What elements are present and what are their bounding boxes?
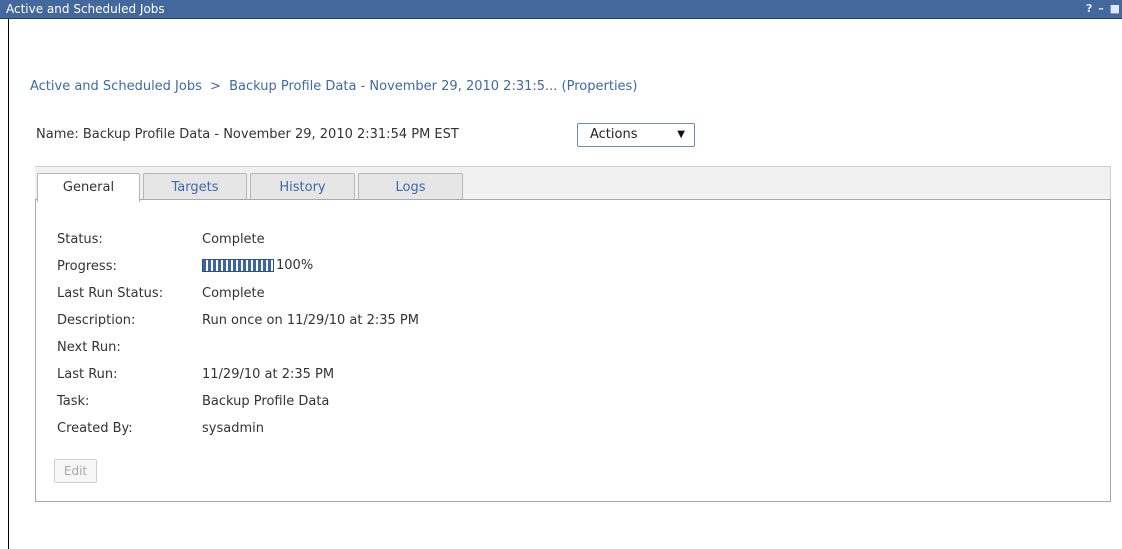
tab-logs[interactable]: Logs: [358, 173, 463, 201]
last-run-label: Last Run:: [57, 367, 118, 382]
window-controls: ? – ■: [1084, 0, 1120, 18]
help-icon[interactable]: ?: [1086, 2, 1092, 15]
tab-targets[interactable]: Targets: [143, 173, 247, 201]
last-run-status-value: Complete: [202, 286, 265, 301]
last-run-value: 11/29/10 at 2:35 PM: [202, 367, 335, 382]
progress-label: Progress:: [57, 259, 117, 274]
edit-button[interactable]: Edit: [54, 459, 97, 483]
breadcrumb-current: Backup Profile Data - November 29, 2010 …: [229, 79, 638, 94]
status-value: Complete: [202, 232, 265, 247]
job-name-label: Name:: [36, 127, 79, 142]
minimize-icon[interactable]: –: [1098, 2, 1104, 15]
progress-bar: [202, 259, 274, 272]
progress-percent: 100%: [276, 258, 314, 273]
actions-dropdown[interactable]: Actions ▼: [577, 123, 695, 147]
tab-bar: General Targets History Logs: [35, 166, 1111, 202]
left-divider: [8, 19, 9, 549]
tab-general[interactable]: General: [37, 173, 140, 202]
maximize-icon[interactable]: ■: [1110, 2, 1120, 15]
last-run-status-label: Last Run Status:: [57, 286, 164, 301]
chevron-down-icon: ▼: [677, 129, 685, 140]
tab-history[interactable]: History: [250, 173, 355, 201]
breadcrumb: Active and Scheduled Jobs > Backup Profi…: [30, 79, 637, 94]
actions-dropdown-label: Actions: [590, 127, 638, 142]
created-by-label: Created By:: [57, 421, 133, 436]
next-run-label: Next Run:: [57, 340, 121, 355]
job-name-value: Backup Profile Data - November 29, 2010 …: [82, 127, 459, 142]
status-label: Status:: [57, 232, 103, 247]
task-label: Task:: [57, 394, 90, 409]
task-value: Backup Profile Data: [202, 394, 330, 409]
description-label: Description:: [57, 313, 136, 328]
job-name-row: Name: Backup Profile Data - November 29,…: [36, 123, 459, 147]
window-titlebar: Active and Scheduled Jobs ? – ■: [0, 0, 1122, 19]
progress-bar-fill: [203, 260, 273, 271]
description-value: Run once on 11/29/10 at 2:35 PM: [202, 313, 419, 328]
breadcrumb-root-link[interactable]: Active and Scheduled Jobs: [30, 79, 202, 94]
window-title: Active and Scheduled Jobs: [6, 2, 165, 16]
general-panel: Status: Complete Progress: 100% Last Run…: [35, 199, 1111, 502]
created-by-value: sysadmin: [202, 421, 264, 436]
breadcrumb-separator: >: [210, 79, 221, 94]
